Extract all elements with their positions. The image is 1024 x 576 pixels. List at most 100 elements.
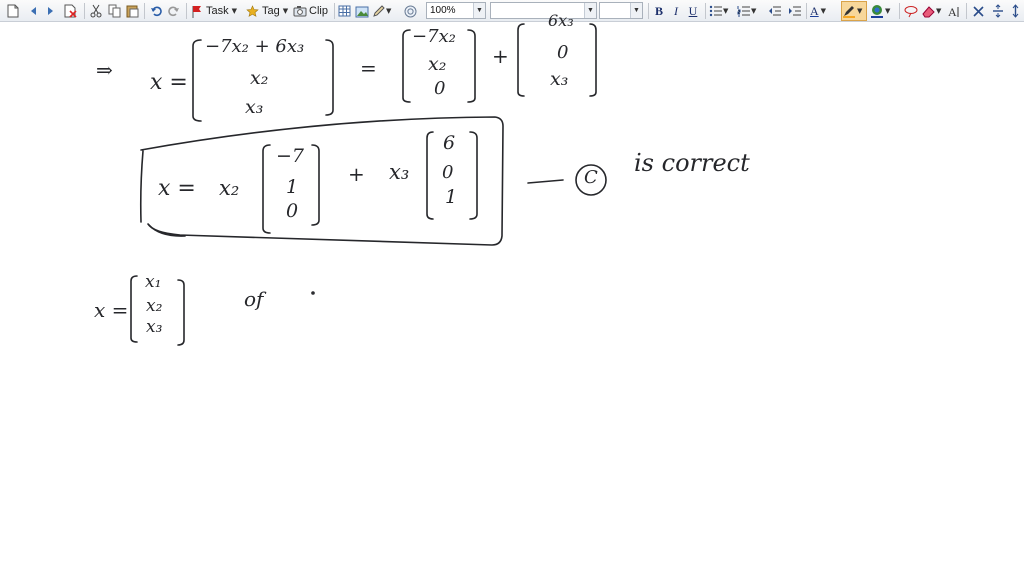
chevron-down-icon: ▼ xyxy=(584,3,596,18)
separator xyxy=(334,3,335,19)
table-icon[interactable] xyxy=(336,0,352,22)
coefficient: x₃ xyxy=(389,160,410,184)
highlighter-icon xyxy=(843,6,855,18)
vector-entry: x₁ xyxy=(145,272,162,292)
vector-entry: 1 xyxy=(445,186,458,208)
vector-entry: x₃ xyxy=(146,317,163,337)
bracket-left xyxy=(517,23,525,97)
move-icon[interactable] xyxy=(1008,0,1022,22)
chevron-down-icon: ▼ xyxy=(282,7,289,15)
fill-color-button[interactable]: ▼ xyxy=(870,0,896,22)
pen-button[interactable]: ▼ xyxy=(372,0,394,22)
insert-picture-icon[interactable] xyxy=(354,0,370,22)
chevron-down-icon: ▼ xyxy=(386,7,392,15)
delete-page-icon[interactable] xyxy=(62,0,80,22)
pen-icon xyxy=(373,4,385,17)
bracket-left xyxy=(262,144,271,234)
separator xyxy=(84,3,85,19)
stray-dot: · xyxy=(308,280,312,292)
vector-lhs: x = xyxy=(94,298,129,322)
matrix-entry: x₃ xyxy=(245,96,264,118)
increase-indent-icon[interactable] xyxy=(786,0,802,22)
back-icon[interactable] xyxy=(26,0,40,22)
chevron-down-icon: ▼ xyxy=(473,3,485,18)
bullets-button[interactable]: ▼ xyxy=(709,0,731,22)
choice-letter: C xyxy=(584,167,598,188)
chevron-down-icon: ▼ xyxy=(857,7,863,15)
highlighter-button[interactable]: ▼ xyxy=(841,1,867,21)
insert-space-icon[interactable] xyxy=(990,0,1006,22)
copy-icon[interactable] xyxy=(106,0,122,22)
undo-icon[interactable] xyxy=(148,0,164,22)
bracket-left xyxy=(192,39,202,122)
chevron-down-icon: ▼ xyxy=(885,7,891,15)
matrix-entry: 0 xyxy=(434,78,446,99)
comment-text: is correct xyxy=(634,149,750,177)
font-name-select[interactable]: ▼ xyxy=(490,2,597,19)
font-color-icon: A xyxy=(810,3,819,18)
chevron-down-icon: ▼ xyxy=(723,7,729,15)
bracket-left xyxy=(402,29,411,103)
new-page-icon[interactable] xyxy=(4,0,22,22)
zoom-icon[interactable] xyxy=(402,0,418,22)
font-size-select[interactable]: ▼ xyxy=(599,2,643,19)
implies-symbol: ⇒ xyxy=(96,58,113,82)
chevron-down-icon: ▼ xyxy=(820,7,827,15)
zoom-select[interactable]: 100% ▼ xyxy=(426,2,486,19)
cut-icon[interactable] xyxy=(88,0,104,22)
numbered-list-icon xyxy=(737,6,750,17)
separator xyxy=(144,3,145,19)
matrix-entry: 6x₃ xyxy=(548,11,574,30)
numbering-button[interactable]: ▼ xyxy=(737,0,759,22)
coefficient: x₂ xyxy=(219,176,240,200)
matrix-entry: x₃ xyxy=(550,68,569,90)
separator xyxy=(899,3,900,19)
chevron-down-icon: ▼ xyxy=(936,7,942,15)
vector-entry: −7 xyxy=(276,145,305,167)
vector-entry: 0 xyxy=(442,162,454,183)
matrix-entry: x₂ xyxy=(428,53,447,75)
eraser-icon xyxy=(922,5,935,17)
svg-text:A: A xyxy=(948,5,957,18)
matrix-entry: −7x₂ xyxy=(412,26,456,47)
vector-entry: 1 xyxy=(286,176,299,198)
close-icon[interactable] xyxy=(970,0,986,22)
separator xyxy=(806,3,807,19)
bold-button[interactable]: B xyxy=(652,0,666,22)
lasso-icon[interactable] xyxy=(902,0,920,22)
underline-button[interactable]: U xyxy=(686,0,700,22)
bracket-right xyxy=(177,279,185,346)
task-button[interactable]: Task ▼ xyxy=(191,0,243,22)
paste-icon[interactable] xyxy=(124,0,140,22)
plus-sign: + xyxy=(348,162,365,186)
matrix-entry: x₂ xyxy=(250,67,269,89)
bracket-right xyxy=(325,39,334,116)
tag-button[interactable]: Tag ▼ xyxy=(246,0,292,22)
bracket-left xyxy=(426,131,434,220)
chevron-down-icon: ▼ xyxy=(231,7,238,15)
color-circle-icon xyxy=(871,5,883,18)
font-color-button[interactable]: A ▼ xyxy=(810,0,836,22)
plus-sign: + xyxy=(492,44,509,68)
word-of: of xyxy=(244,287,264,311)
vector-entry: 0 xyxy=(286,200,299,222)
bullet-list-icon xyxy=(709,5,722,17)
bracket-right xyxy=(311,144,320,226)
decrease-indent-icon[interactable] xyxy=(766,0,782,22)
clip-button[interactable]: Clip xyxy=(293,0,331,22)
equals-sign: = xyxy=(360,56,377,80)
separator xyxy=(966,3,967,19)
bracket-right xyxy=(469,131,478,220)
bracket-right xyxy=(467,29,476,103)
note-canvas[interactable]: ⇒ x = −7x₂ + 6x₃ x₂ x₃ = −7x₂ x₂ 0 + 6x₃… xyxy=(0,13,1024,576)
vector-entry: 6 xyxy=(443,132,456,154)
redo-icon[interactable] xyxy=(166,0,182,22)
text-mode-icon[interactable]: A xyxy=(947,0,963,22)
chevron-down-icon: ▼ xyxy=(630,3,642,18)
ink-dot xyxy=(311,291,315,295)
separator xyxy=(186,3,187,19)
forward-icon[interactable] xyxy=(44,0,58,22)
eraser-button[interactable]: ▼ xyxy=(922,0,942,22)
dash-stroke xyxy=(527,179,564,184)
italic-button[interactable]: I xyxy=(669,0,683,22)
